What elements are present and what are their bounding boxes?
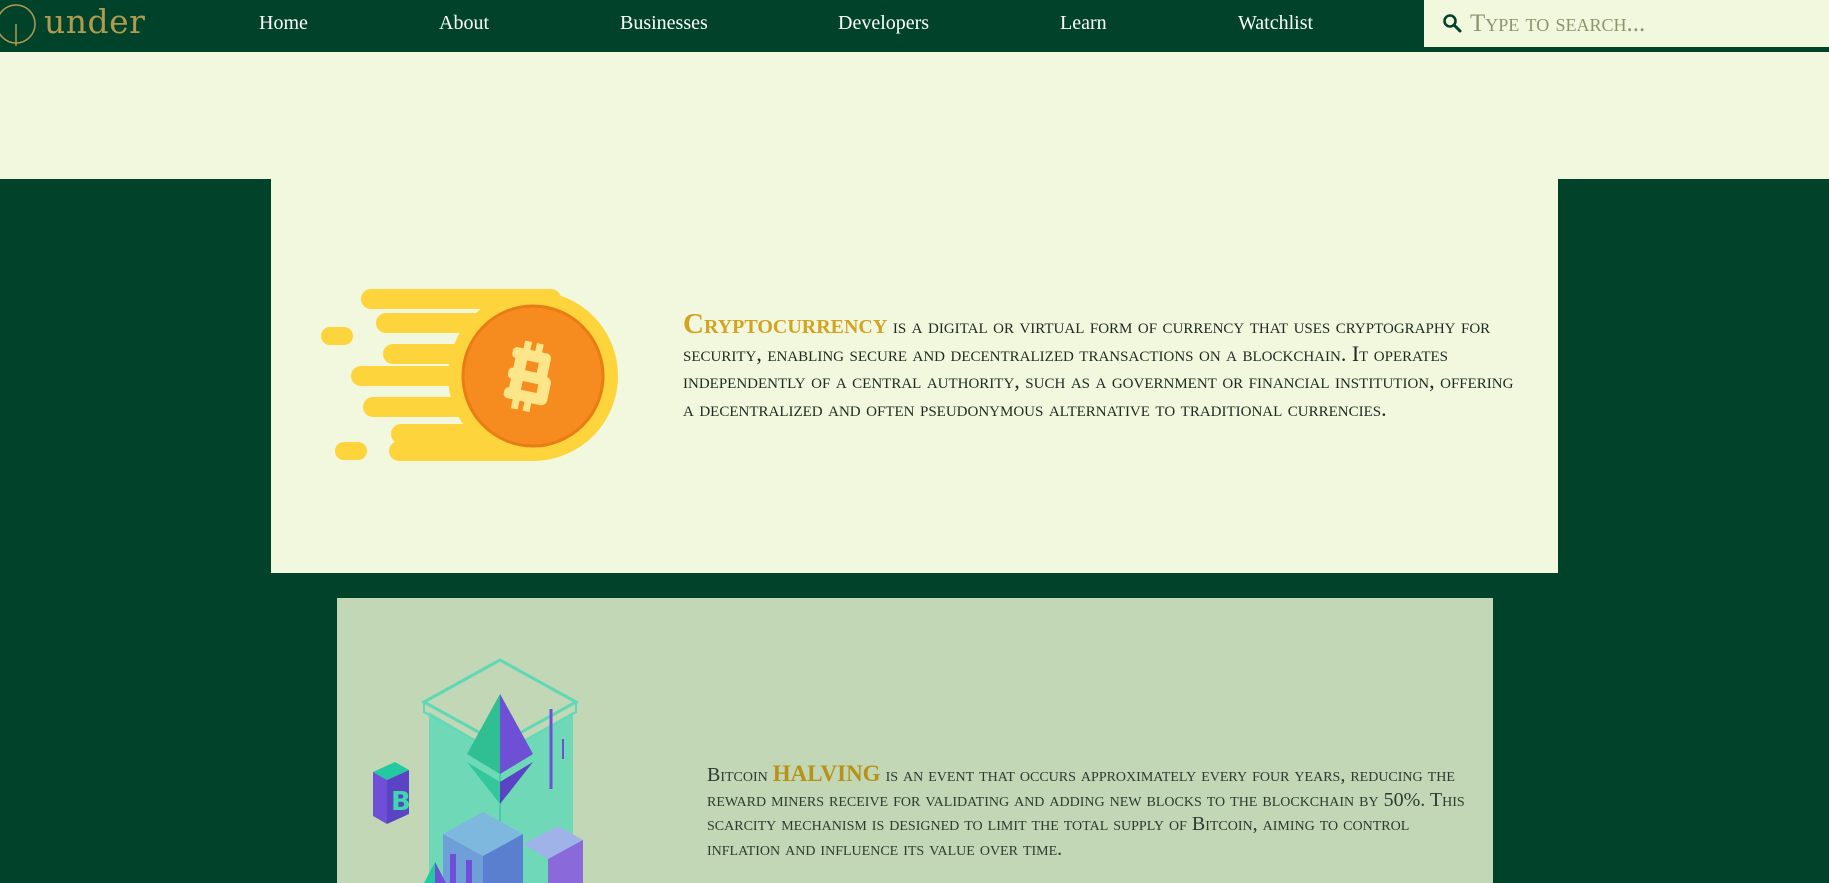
nav-watchlist[interactable]: Watchlist: [1238, 12, 1313, 35]
halving-card: B Bitcoin HALVING is an event that occur…: [337, 598, 1493, 883]
nav-learn[interactable]: Learn: [1060, 12, 1107, 35]
hero-banner: [0, 52, 1829, 179]
halving-prefix: Bitcoin: [707, 764, 773, 786]
nav-about[interactable]: About: [439, 12, 489, 35]
blockchain-isometric-icon: B: [373, 658, 583, 883]
halving-highlight: HALVING: [772, 761, 881, 786]
brand-name: under: [44, 2, 146, 41]
top-navbar: under Home About Businesses Developers L…: [0, 0, 1829, 50]
nav-home[interactable]: Home: [259, 12, 308, 35]
cryptocurrency-highlight: Cryptocurrency: [683, 308, 888, 340]
search-icon[interactable]: [1442, 13, 1462, 33]
nav-businesses[interactable]: Businesses: [620, 12, 708, 35]
cryptocurrency-description: Cryptocurrency is a digital or virtual f…: [683, 308, 1528, 422]
svg-text:B: B: [391, 787, 411, 817]
search-box: [1424, 0, 1829, 50]
bitcoin-coin-icon: [321, 289, 618, 461]
halving-description: Bitcoin HALVING is an event that occurs …: [707, 761, 1477, 861]
logo-circle-icon: [0, 4, 36, 46]
nav-developers[interactable]: Developers: [838, 12, 929, 35]
search-input[interactable]: [1470, 6, 1820, 42]
cryptocurrency-card: Cryptocurrency is a digital or virtual f…: [271, 179, 1558, 573]
